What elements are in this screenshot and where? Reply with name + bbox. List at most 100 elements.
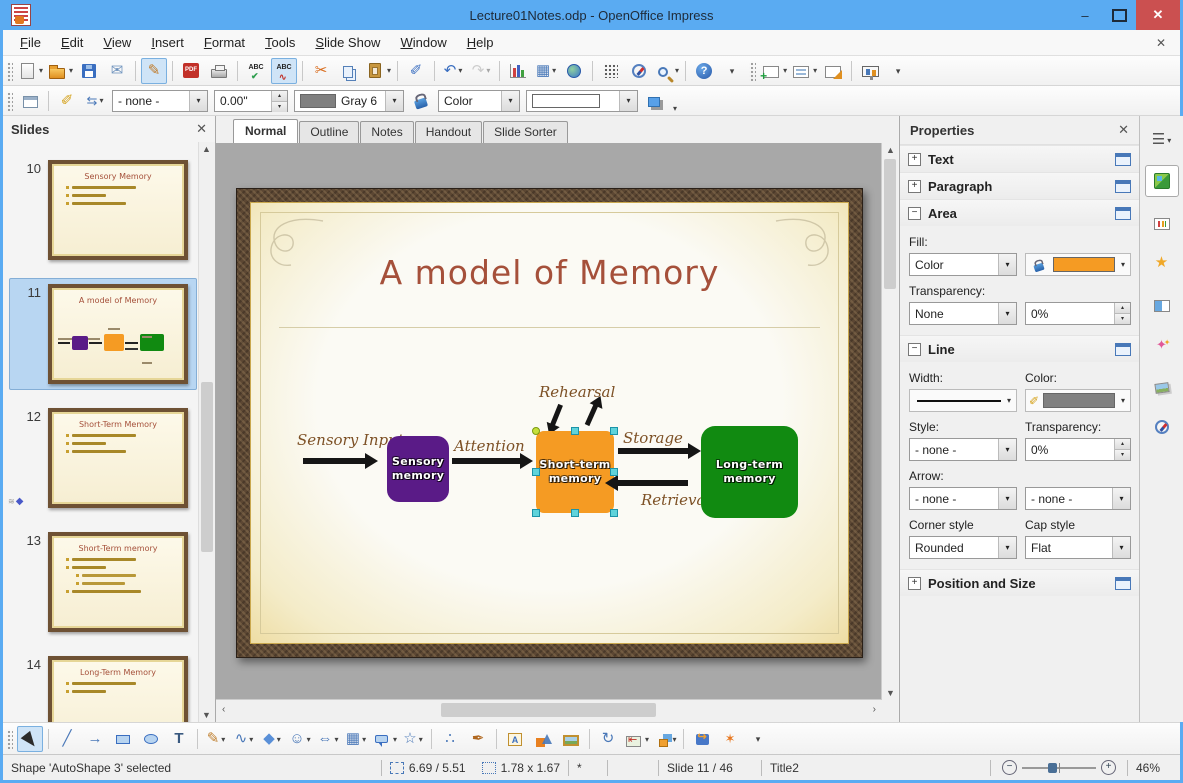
tab-custom-animation[interactable]: ★ (1145, 247, 1179, 279)
fill-color-button[interactable]: ▾ (1025, 253, 1131, 276)
scrollbar-thumb[interactable] (201, 382, 213, 552)
navigator-icon[interactable] (626, 58, 652, 84)
ellipse-tool[interactable] (138, 726, 164, 752)
line-color-button[interactable]: ✐ ▾ (1025, 389, 1131, 412)
menu-insert[interactable]: Insert (142, 32, 193, 53)
collapse-icon[interactable]: − (908, 342, 921, 356)
slide-thumbnail-14[interactable]: 14 Long-Term Memory (9, 650, 197, 722)
tab-master-pages[interactable] (1145, 206, 1179, 238)
tab-notes[interactable]: Notes (360, 121, 414, 143)
toolbar-grip[interactable] (6, 90, 13, 111)
horizontal-scrollbar[interactable]: ‹ › (216, 699, 882, 722)
toolbar-overflow-icon[interactable]: ▾ (745, 726, 771, 752)
edit-points-tool[interactable]: ∴ (437, 726, 463, 752)
vertical-scrollbar[interactable]: ▲ ▼ (881, 143, 898, 700)
dialog-launcher-icon[interactable] (1115, 342, 1131, 356)
zoom-in-button[interactable]: + (1101, 760, 1116, 775)
tab-animation-effects[interactable]: ✦ (1145, 329, 1179, 361)
section-area[interactable]: − Area (900, 199, 1139, 226)
tab-properties[interactable] (1144, 165, 1179, 197)
text-tool[interactable]: T (166, 726, 192, 752)
status-layout-name[interactable]: Title2 (762, 761, 990, 775)
menu-format[interactable]: Format (195, 32, 254, 53)
selection-handle-anim[interactable] (532, 427, 540, 435)
toolbar-grip[interactable] (749, 60, 757, 81)
fill-color-select[interactable]: ▾ (526, 89, 638, 112)
open-icon[interactable]: ▾ (46, 58, 74, 84)
label-attention[interactable]: Attention (454, 437, 525, 455)
tab-normal[interactable]: Normal (233, 119, 299, 143)
toolbar-grip[interactable] (6, 60, 13, 81)
stars-tool[interactable]: ☆ ▾ (400, 726, 426, 752)
line-width-button[interactable]: ▾ (909, 389, 1017, 412)
collapse-icon[interactable]: − (908, 206, 921, 220)
save-icon[interactable] (76, 58, 102, 84)
scrollbar-thumb[interactable] (441, 703, 656, 717)
cap-style-select[interactable]: Flat ▾ (1025, 536, 1131, 559)
properties-close-icon[interactable]: ✕ (1118, 122, 1129, 138)
expand-icon[interactable]: + (908, 179, 921, 193)
new-document-icon[interactable]: ▾ (17, 58, 44, 84)
export-pdf-icon[interactable]: PDF (178, 58, 204, 84)
slide-thumbnail-10[interactable]: 10 Sensory Memory (9, 154, 197, 266)
arrow-rehearsal-down[interactable] (550, 403, 563, 427)
toolbar-overflow-icon[interactable]: ▾ (885, 58, 911, 84)
menu-help[interactable]: Help (458, 32, 503, 53)
sidebar-menu-icon[interactable]: ☰ ▾ (1145, 124, 1179, 156)
line-style-select[interactable]: - none - ▾ (909, 438, 1017, 461)
section-text[interactable]: + Text (900, 145, 1139, 172)
menu-slide-show[interactable]: Slide Show (306, 32, 389, 53)
slide-thumbnail-12[interactable]: 12 Short-Term Memory ◆ (9, 402, 197, 514)
label-storage[interactable]: Storage (623, 429, 683, 447)
zoom-icon[interactable]: ▾ (654, 58, 680, 84)
menu-file[interactable]: File (11, 32, 50, 53)
arrow-end-select[interactable]: - none - ▾ (1025, 487, 1131, 510)
zoom-slider-track[interactable] (1022, 762, 1096, 773)
curve-tool[interactable]: ✎ ▾ (203, 726, 229, 752)
symbol-shapes-tool[interactable]: ☺ ▾ (287, 726, 313, 752)
selection-handle[interactable] (532, 509, 540, 517)
block-arrows-tool[interactable]: ⇔ ▾ (315, 726, 341, 752)
spellcheck-icon[interactable]: ABC (243, 58, 269, 84)
connector-tool[interactable]: ∿ ▾ (231, 726, 257, 752)
cut-icon[interactable]: ✂ (308, 58, 334, 84)
insert-table-icon[interactable]: ▦ ▾ (533, 58, 559, 84)
line-tool[interactable]: ╱ (54, 726, 80, 752)
rectangle-tool[interactable] (110, 726, 136, 752)
arrow-storage[interactable] (618, 443, 701, 459)
scroll-down-icon[interactable]: ▼ (202, 710, 211, 720)
undo-icon[interactable]: ↶ ▾ (440, 58, 466, 84)
slide-title[interactable]: A model of Memory (251, 253, 848, 292)
alignment-tool[interactable]: ▾ (623, 726, 650, 752)
email-icon[interactable]: ✉ (104, 58, 130, 84)
tab-navigator[interactable] (1145, 411, 1179, 443)
selection-handle[interactable] (610, 509, 618, 517)
scroll-right-icon[interactable]: › (873, 704, 876, 715)
fill-type-select[interactable]: Color ▾ (909, 253, 1017, 276)
shape-long-term-memory[interactable]: Long-term memory (701, 426, 798, 518)
zoom-out-button[interactable]: − (1002, 760, 1017, 775)
scroll-down-icon[interactable]: ▼ (886, 688, 895, 698)
arrow-style-icon[interactable]: ⇆ ▾ (82, 88, 108, 114)
autospellcheck-icon[interactable]: ABC (271, 57, 298, 84)
new-slide-icon[interactable]: ▾ (760, 58, 788, 84)
section-paragraph[interactable]: + Paragraph (900, 172, 1139, 199)
shadow-icon[interactable] (642, 88, 668, 114)
dialog-launcher-icon[interactable] (1115, 152, 1131, 166)
insert-chart-icon[interactable] (505, 58, 531, 84)
area-style-icon[interactable] (408, 88, 434, 114)
dialog-launcher-icon[interactable] (1115, 576, 1131, 590)
menu-window[interactable]: Window (391, 32, 455, 53)
section-position-size[interactable]: + Position and Size (900, 569, 1139, 596)
basic-shapes-tool[interactable]: ◆ ▾ (259, 726, 285, 752)
scroll-up-icon[interactable]: ▲ (202, 144, 211, 154)
slides-panel-close-icon[interactable]: ✕ (196, 121, 207, 137)
line-style-select[interactable]: - none - ▾ (112, 89, 208, 112)
tab-slide-transition[interactable] (1145, 288, 1179, 320)
menu-view[interactable]: View (94, 32, 140, 53)
arrow-start-select[interactable]: - none - ▾ (909, 487, 1017, 510)
menu-tools[interactable]: Tools (256, 32, 304, 53)
interaction-tool[interactable] (689, 726, 715, 752)
selection-handle[interactable] (610, 468, 618, 476)
slide-layout-icon[interactable]: ▾ (790, 58, 818, 84)
